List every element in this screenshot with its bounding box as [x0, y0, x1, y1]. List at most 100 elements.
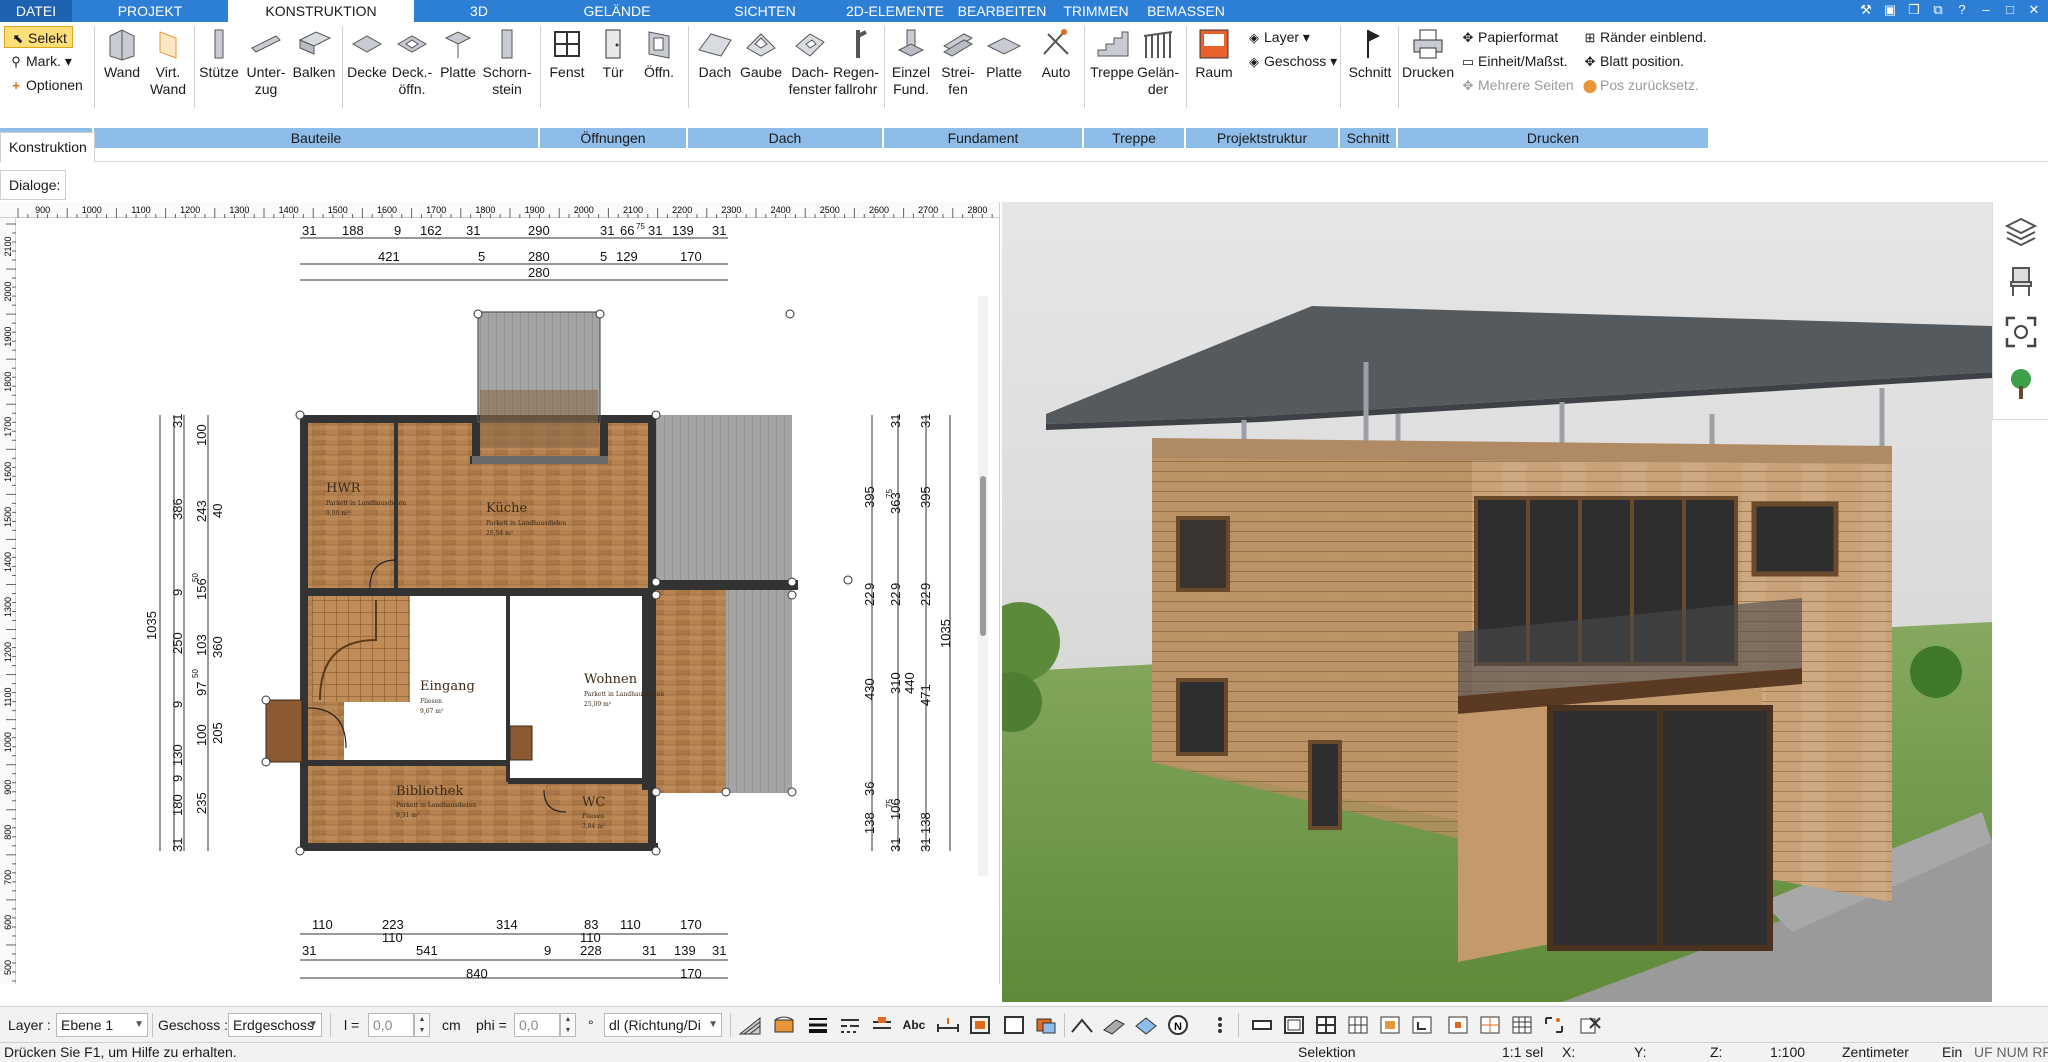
- dimension-style-icon[interactable]: [870, 1014, 894, 1036]
- regenfallrohr-button[interactable]: Regen-fallrohr: [832, 24, 880, 98]
- platte-button[interactable]: Platte: [436, 24, 480, 81]
- dachfenster-button[interactable]: Dach-fenster: [786, 24, 834, 98]
- decke-button[interactable]: Decke: [346, 24, 388, 81]
- window-icon[interactable]: ❐: [1904, 1, 1924, 19]
- view-grid-icon[interactable]: [1314, 1014, 1338, 1036]
- tab-3d[interactable]: 3D: [414, 0, 544, 22]
- close-icon[interactable]: ✕: [2024, 1, 2044, 19]
- fenster-button[interactable]: Fenst: [546, 24, 588, 81]
- measure-icon[interactable]: [936, 1014, 960, 1036]
- north-arrow-icon[interactable]: N: [1166, 1014, 1190, 1036]
- object-3d-icon[interactable]: [1034, 1014, 1058, 1036]
- cabinet[interactable]: [509, 725, 533, 761]
- layer-button[interactable]: ◈ Layer ▾: [1246, 26, 1310, 48]
- view-split-icon[interactable]: [1282, 1014, 1306, 1036]
- tools-icon[interactable]: ⚒: [1856, 1, 1876, 19]
- stairs[interactable]: [312, 596, 410, 702]
- blatt-position-button[interactable]: ✥ Blatt position.: [1582, 50, 1685, 72]
- line-weight-icon[interactable]: [806, 1014, 830, 1036]
- view-plan-icon[interactable]: [1250, 1014, 1274, 1036]
- einzelfundament-button[interactable]: Einzel Fund.: [888, 24, 934, 98]
- raender-button[interactable]: ⊞ Ränder einblend.: [1582, 26, 1707, 48]
- tab-sichten[interactable]: SICHTEN: [690, 0, 840, 22]
- view-corner-icon[interactable]: [1410, 1014, 1434, 1036]
- input-mode-select[interactable]: dl (Richtung/Di ▼: [604, 1013, 722, 1037]
- geschoss-select[interactable]: Erdgeschoss ▼: [228, 1013, 322, 1037]
- phi-input[interactable]: 0,0: [514, 1013, 560, 1037]
- floor-plan[interactable]: HWR Parkett in Landhausdielen 9,09 m² Kü…: [16, 218, 976, 984]
- phi-stepper[interactable]: ▲ ▼: [560, 1013, 576, 1037]
- schnitt-button[interactable]: Schnitt: [1346, 24, 1394, 81]
- fundamentplatte-button[interactable]: Platte: [980, 24, 1028, 81]
- layer-select[interactable]: Ebene 1 ▼: [56, 1013, 148, 1037]
- tuer-button[interactable]: Tür: [592, 24, 634, 81]
- tab-konstruktion-dialog[interactable]: Konstruktion: [0, 132, 95, 162]
- restore-icon[interactable]: ⧉: [1928, 1, 1948, 19]
- chair-icon[interactable]: [2003, 264, 2039, 300]
- terrace-deck[interactable]: [656, 415, 792, 587]
- tab-bearbeiten[interactable]: BEARBEITEN: [950, 0, 1054, 22]
- tab-gelaende[interactable]: GELÄNDE: [544, 0, 690, 22]
- tab-datei[interactable]: DATEI: [0, 0, 72, 22]
- layer-tool-icon[interactable]: [1134, 1014, 1158, 1036]
- fill-icon[interactable]: [772, 1014, 796, 1036]
- plan-view[interactable]: 900 1000 1100 1200 1300 1400 1500 1600 1700 1800 1…: [0, 202, 1000, 984]
- text-style-icon[interactable]: Abc: [902, 1014, 926, 1036]
- wall-tool-icon[interactable]: [1102, 1014, 1126, 1036]
- tab-konstruktion[interactable]: KONSTRUKTION: [228, 0, 414, 22]
- mehrere-seiten-button[interactable]: ✥ Mehrere Seiten: [1460, 74, 1574, 96]
- maximize-icon[interactable]: □: [2000, 1, 2020, 19]
- view-focus-icon[interactable]: [1478, 1014, 1502, 1036]
- line-style-icon[interactable]: [838, 1014, 862, 1036]
- hatch-icon[interactable]: [738, 1014, 762, 1036]
- treppe-button[interactable]: Treppe: [1088, 24, 1136, 81]
- scrollbar-thumb[interactable]: [980, 476, 986, 636]
- unterzug-button[interactable]: Unter-zug: [244, 24, 288, 98]
- tab-bemassen[interactable]: BEMASSEN: [1138, 0, 1234, 22]
- tab-trimmen[interactable]: TRIMMEN: [1054, 0, 1138, 22]
- schornstein-button[interactable]: Schorn-stein: [482, 24, 532, 98]
- layers-icon[interactable]: [2003, 214, 2039, 250]
- pos-zuruecksetzen-button[interactable]: ⬤ Pos zurücksetz.: [1582, 74, 1699, 96]
- snap-frame-icon[interactable]: [1002, 1014, 1026, 1036]
- raum-button[interactable]: Raum: [1190, 24, 1238, 81]
- zoom-extents-icon[interactable]: [2003, 314, 2039, 350]
- help-icon[interactable]: ?: [1952, 1, 1972, 19]
- minimize-icon[interactable]: –: [1976, 1, 1996, 19]
- roof-tool-icon[interactable]: [1070, 1014, 1094, 1036]
- gelaender-button[interactable]: Gelän-der: [1136, 24, 1180, 98]
- gaube-button[interactable]: Gaube: [738, 24, 784, 81]
- terrace-deck-lower[interactable]: [726, 587, 792, 793]
- frame-icon[interactable]: [968, 1014, 992, 1036]
- tab-2d-elemente[interactable]: 2D-ELEMENTE: [840, 0, 950, 22]
- 3d-render[interactable]: [1002, 202, 1992, 1002]
- 3d-view[interactable]: [1002, 202, 1992, 1002]
- plan-vertical-scrollbar[interactable]: [978, 296, 988, 876]
- close-view-icon[interactable]: [1578, 1014, 1602, 1036]
- view-expand-icon[interactable]: [1542, 1014, 1566, 1036]
- drucken-button[interactable]: Drucken: [1402, 24, 1454, 81]
- view-picture-icon[interactable]: [1378, 1014, 1402, 1036]
- layout-icon[interactable]: ▣: [1880, 1, 1900, 19]
- einheit-button[interactable]: ▭ Einheit/Maßst.: [1460, 50, 1568, 72]
- wand-button[interactable]: Wand: [100, 24, 144, 81]
- dach-button[interactable]: Dach: [694, 24, 736, 81]
- view-center-icon[interactable]: [1446, 1014, 1470, 1036]
- balken-button[interactable]: Balken: [290, 24, 338, 81]
- more-options-icon[interactable]: [1208, 1014, 1232, 1036]
- virt-wand-button[interactable]: Virt. Wand: [146, 24, 190, 98]
- streifenfundament-button[interactable]: Strei-fen: [936, 24, 980, 98]
- length-input[interactable]: 0,0: [368, 1013, 414, 1037]
- view-table-icon[interactable]: [1510, 1014, 1534, 1036]
- length-stepper[interactable]: ▲ ▼: [414, 1013, 430, 1037]
- oeffnung-button[interactable]: Öffn.: [636, 24, 682, 81]
- deckoeffn-button[interactable]: Deck.- öffn.: [390, 24, 434, 98]
- auto-button[interactable]: Auto: [1034, 24, 1078, 81]
- stuetze-button[interactable]: Stütze: [198, 24, 240, 81]
- optionen-button[interactable]: + Optionen: [8, 74, 83, 96]
- entrance-step[interactable]: [265, 699, 303, 763]
- geschoss-button[interactable]: ◈ Geschoss ▾: [1246, 50, 1337, 72]
- tab-projekt[interactable]: PROJEKT: [72, 0, 228, 22]
- mark-button[interactable]: ⚲ Mark. ▾: [8, 50, 72, 72]
- view-tiles-icon[interactable]: [1346, 1014, 1370, 1036]
